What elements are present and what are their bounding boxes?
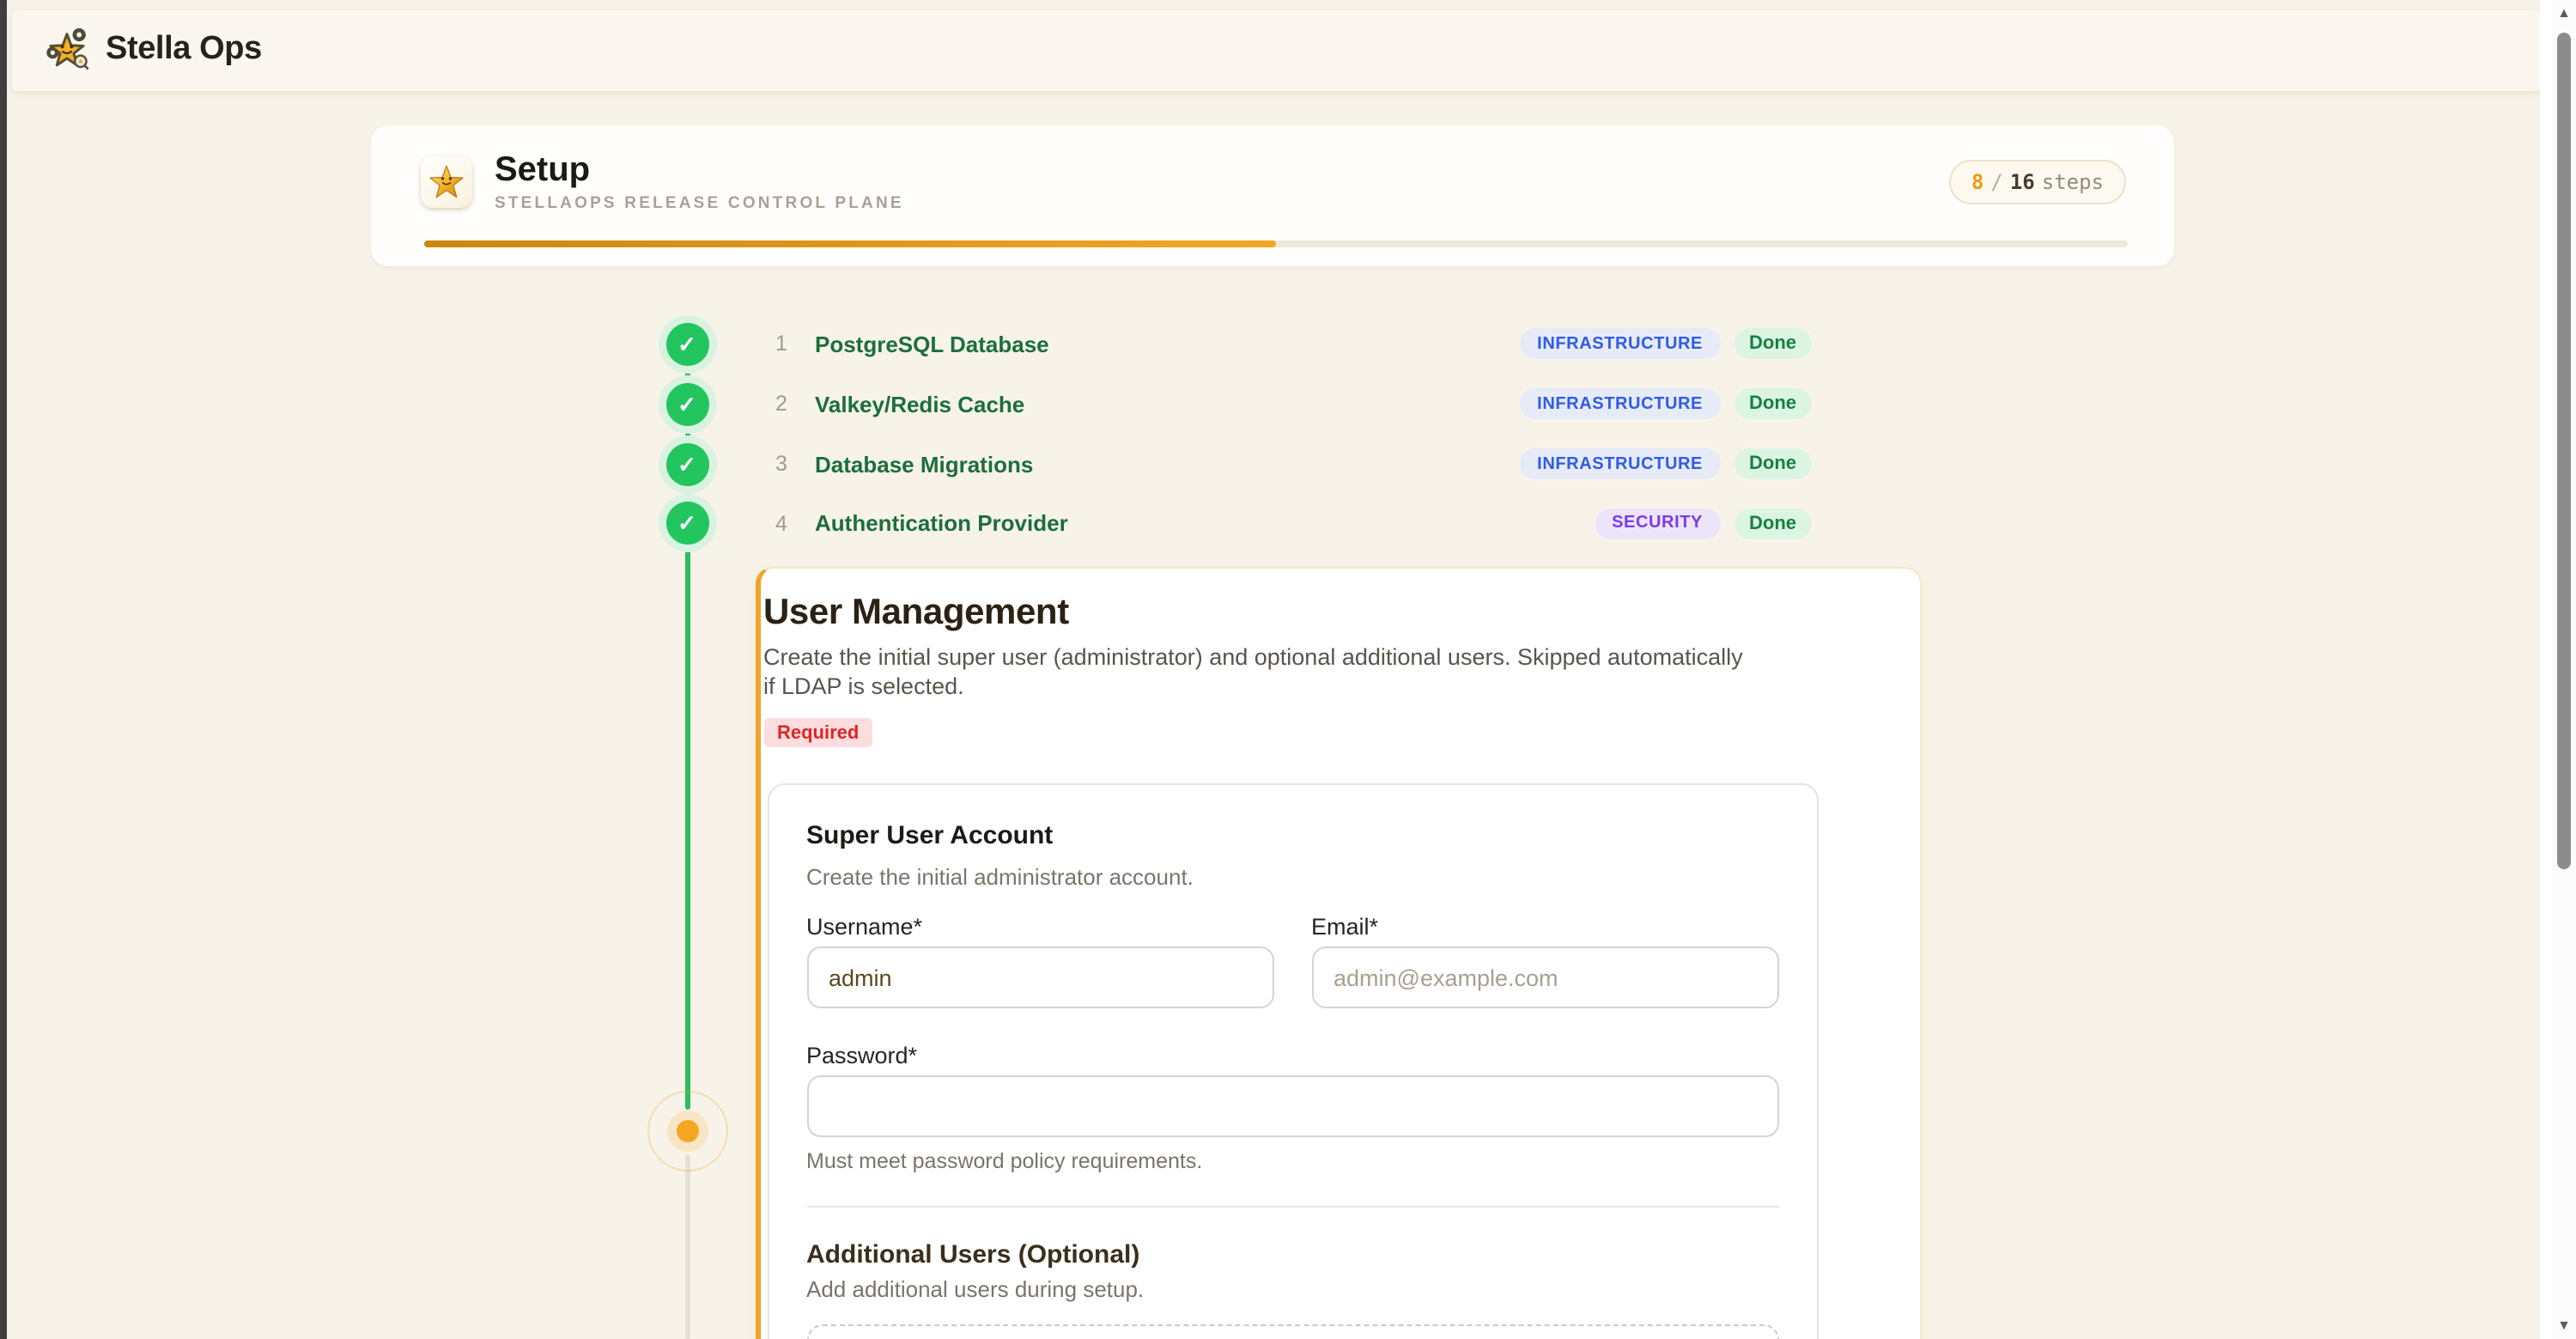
category-badge: INFRASTRUCTURE [1520,448,1720,479]
section-title: User Management [763,593,1886,632]
category-badge: INFRASTRUCTURE [1520,328,1720,359]
add-another-user-button[interactable]: + Add Another User [806,1324,1778,1339]
step-row-auth-provider[interactable]: 4 Authentication Provider SECURITY Done [665,493,1812,553]
password-field[interactable] [806,1075,1778,1137]
email-field[interactable] [1311,946,1778,1008]
setup-progress-fill [424,240,1276,247]
step-number: 4 [775,511,801,535]
status-badge: Done [1734,388,1812,419]
status-badge: Done [1734,448,1812,479]
page-subtitle: STELLAOPS RELEASE CONTROL PLANE [495,194,904,213]
timeline-connector-upcoming [685,1154,690,1339]
category-badge: INFRASTRUCTURE [1520,388,1720,419]
user-management-panel: User Management Create the initial super… [756,567,1922,1339]
password-hint: Must meet password policy requirements. [806,1149,1778,1175]
step-title: Valkey/Redis Cache [815,391,1024,417]
scrollbar-thumb[interactable] [2557,33,2571,869]
step-row-postgresql[interactable]: 1 PostgreSQL Database INFRASTRUCTURE Don… [665,313,1812,374]
page-title: Setup [495,151,904,189]
step-row-valkey-redis[interactable]: 2 Valkey/Redis Cache INFRASTRUCTURE Done [665,374,1812,434]
step-number: 3 [775,452,801,476]
window-edge [0,0,6,1339]
super-user-subtitle: Create the initial administrator account… [806,864,1778,892]
app-viewport: Stella Ops [0,0,2576,1339]
brand[interactable]: Stella Ops [40,25,262,76]
status-badge: Done [1734,328,1812,359]
steps-count-badge: 8/16 steps [1949,160,2126,204]
required-badge: Required [763,718,872,747]
scroll-down-icon[interactable]: ▼ [2552,1317,2576,1334]
top-bar: Stella Ops [11,10,2540,90]
category-badge: SECURITY [1595,508,1720,539]
vertical-scrollbar[interactable]: ▲ ▼ [2552,0,2576,1339]
additional-users-subtitle: Add additional users during setup. [806,1276,1778,1303]
step-title: Database Migrations [815,451,1033,477]
password-label: Password* [806,1043,1778,1070]
status-badge: Done [1734,508,1812,539]
step-row-db-migrations[interactable]: 3 Database Migrations INFRASTRUCTURE Don… [665,434,1812,494]
setup-star-logo-icon [421,156,472,208]
steps-done-count: 8 [1971,170,1984,194]
username-field[interactable] [806,946,1273,1008]
super-user-title: Super User Account [806,821,1778,852]
section-divider [806,1206,1778,1208]
step-title: Authentication Provider [815,510,1068,536]
brand-title: Stella Ops [106,32,262,70]
setup-header-card: Setup STELLAOPS RELEASE CONTROL PLANE 8/… [371,125,2174,266]
step-number: 2 [775,392,801,416]
current-step-indicator [676,1119,698,1141]
page-right-gutter [2540,0,2552,1339]
additional-users-title: Additional Users (Optional) [806,1240,1778,1271]
section-description: Create the initial super user (administr… [763,642,1756,701]
scroll-up-icon[interactable]: ▲ [2552,5,2576,22]
step-title: PostgreSQL Database [815,331,1049,356]
step-number: 1 [775,332,801,356]
users-form-card: Super User Account Create the initial ad… [767,783,1818,1339]
username-label: Username* [806,914,1273,941]
setup-progress-bar [424,240,2128,247]
stellaops-star-mascot-icon [40,25,92,76]
email-label: Email* [1311,914,1778,941]
steps-total-count: 16 [2010,170,2035,194]
